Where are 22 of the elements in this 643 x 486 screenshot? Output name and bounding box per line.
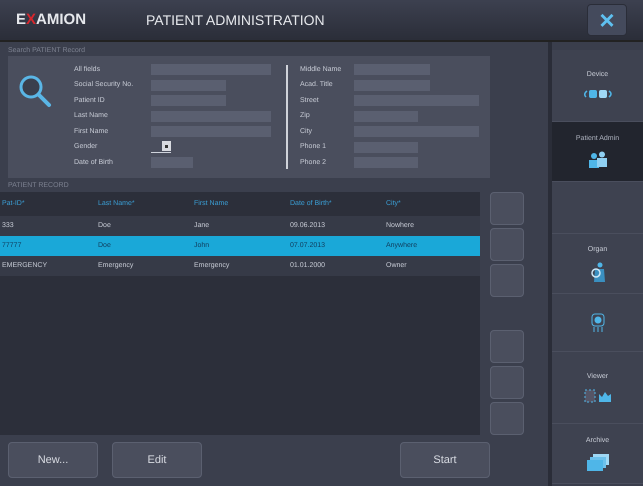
window-title: PATIENT ADMINISTRATION [146, 10, 326, 30]
action-button[interactable]: Start [400, 442, 490, 478]
people-icon [586, 150, 608, 169]
action-button[interactable]: New... [8, 442, 98, 478]
viewer-icon [584, 388, 612, 403]
dropdown-field[interactable] [151, 141, 171, 154]
logo: EXAMION [16, 10, 88, 30]
folders-icon [586, 452, 610, 471]
blank-button[interactable] [490, 228, 524, 261]
dropdown-button-icon [162, 141, 171, 152]
blank-button[interactable] [490, 366, 524, 399]
radiation-icon [590, 312, 604, 332]
blank-button[interactable] [490, 402, 524, 435]
body-icon [588, 262, 606, 282]
sidebar-item[interactable] [552, 294, 643, 352]
action-button[interactable]: Edit [112, 442, 202, 478]
blank-button[interactable] [490, 264, 524, 297]
close-button[interactable]: × [587, 4, 627, 36]
blank-button[interactable] [490, 330, 524, 363]
sidebar-item[interactable] [552, 182, 643, 234]
search-icon [18, 74, 52, 108]
blank-button[interactable] [490, 192, 524, 225]
